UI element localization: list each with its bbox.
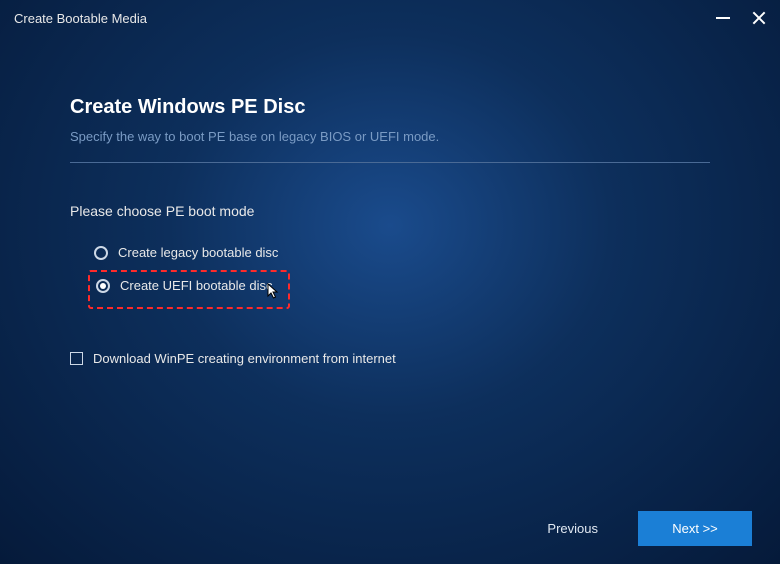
radio-uefi-bootable[interactable]: Create UEFI bootable disc bbox=[96, 278, 282, 293]
boot-mode-radio-group: Create legacy bootable disc Create UEFI … bbox=[88, 241, 710, 309]
highlight-box: Create UEFI bootable disc bbox=[88, 270, 290, 309]
divider bbox=[70, 162, 710, 163]
radio-label: Create legacy bootable disc bbox=[118, 245, 278, 260]
footer: Previous Next >> bbox=[535, 511, 752, 546]
radio-selected-dot bbox=[100, 283, 106, 289]
content-area: Create Windows PE Disc Specify the way t… bbox=[0, 36, 780, 366]
boot-mode-label: Please choose PE boot mode bbox=[70, 203, 710, 219]
checkbox-icon bbox=[70, 352, 83, 365]
radio-icon bbox=[94, 246, 108, 260]
page-subtitle: Specify the way to boot PE base on legac… bbox=[70, 129, 710, 144]
previous-button[interactable]: Previous bbox=[535, 511, 610, 546]
window-controls bbox=[716, 11, 766, 25]
close-icon[interactable] bbox=[752, 11, 766, 25]
download-winpe-checkbox[interactable]: Download WinPE creating environment from… bbox=[70, 351, 710, 366]
radio-label: Create UEFI bootable disc bbox=[120, 278, 272, 293]
next-button[interactable]: Next >> bbox=[638, 511, 752, 546]
minimize-icon[interactable] bbox=[716, 17, 730, 19]
radio-legacy-bootable[interactable]: Create legacy bootable disc bbox=[88, 241, 710, 264]
checkbox-label: Download WinPE creating environment from… bbox=[93, 351, 396, 366]
radio-icon bbox=[96, 279, 110, 293]
titlebar: Create Bootable Media bbox=[0, 0, 780, 36]
window-title: Create Bootable Media bbox=[14, 11, 147, 26]
page-title: Create Windows PE Disc bbox=[70, 96, 710, 119]
